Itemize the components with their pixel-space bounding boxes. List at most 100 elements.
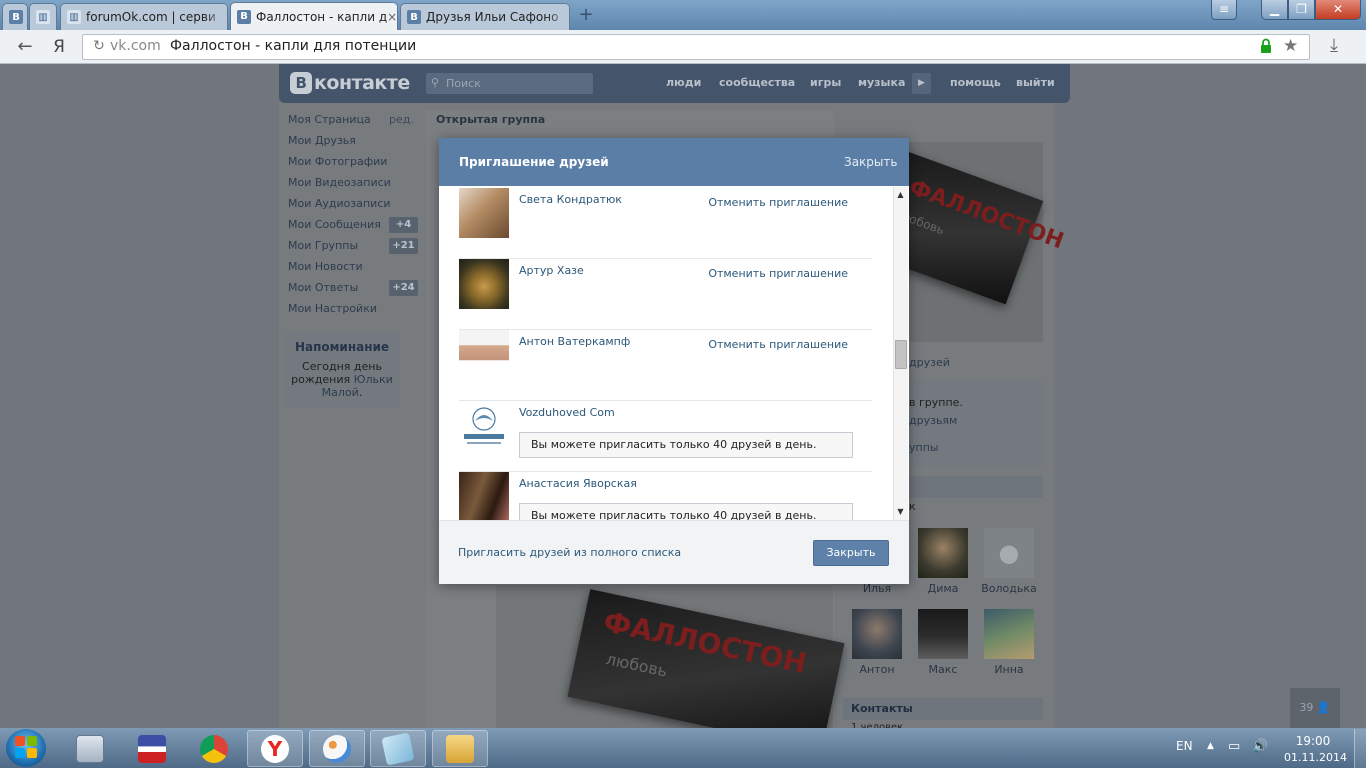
close-tab-icon[interactable]: ×	[387, 10, 397, 24]
bookmark-star-icon[interactable]: ★	[1283, 36, 1298, 56]
sidebar-item-videos[interactable]: Мои Видеозаписи	[288, 176, 391, 189]
floppy-app-icon[interactable]	[124, 730, 180, 767]
windows-logo-icon	[15, 736, 37, 758]
avatar[interactable]	[459, 401, 509, 451]
nav-games[interactable]: игры	[810, 76, 841, 89]
yandex-browser-app-icon[interactable]: Y	[247, 730, 303, 767]
show-desktop-button[interactable]	[1354, 729, 1366, 768]
avatar[interactable]	[459, 259, 509, 309]
vk-logo[interactable]: В контакте	[290, 71, 410, 95]
scroll-down-arrow-icon[interactable]: ▼	[893, 506, 908, 518]
group-avatar-photo[interactable]: ФАЛЛОСТОН любовь	[864, 142, 1067, 342]
download-icon[interactable]: ⤓	[1330, 35, 1338, 56]
play-icon[interactable]: ▶	[912, 73, 931, 94]
avatar[interactable]	[459, 330, 509, 380]
friend-name-link[interactable]: Света Кондратюк	[519, 193, 622, 206]
dialog-close-link[interactable]: Закрыть	[844, 155, 897, 169]
maximize-button[interactable]: ❐	[1288, 0, 1315, 20]
close-button[interactable]: Закрыть	[813, 540, 889, 566]
friend-name-link[interactable]: Vozduhoved Com	[519, 406, 615, 419]
explorer-app-icon[interactable]	[432, 730, 488, 767]
volume-icon[interactable]: 🔊	[1252, 739, 1268, 754]
answers-badge: +24	[389, 280, 418, 296]
scrollbar-thumb[interactable]	[895, 340, 907, 369]
vk-logo-text: контакте	[314, 72, 410, 94]
sidebar-item-audio[interactable]: Мои Аудиозаписи	[288, 197, 391, 210]
invite-friends-link[interactable]: друзей	[909, 356, 950, 369]
reload-icon[interactable]: ↻	[90, 37, 108, 55]
tab-fallostonactive[interactable]: В Фаллостон - капли д ×	[230, 2, 398, 30]
chrome-app-icon[interactable]	[186, 730, 242, 767]
sidebar-item-friends[interactable]: Мои Друзья	[288, 134, 356, 147]
member-maks[interactable]: Макс	[918, 609, 968, 676]
vk-favicon-icon: В	[407, 10, 421, 24]
members-count: к	[909, 500, 916, 513]
invite-from-full-list-link[interactable]: Пригласить друзей из полного списка	[458, 546, 681, 559]
book-favicon-icon: ▥	[67, 10, 81, 24]
vozduhoved-logo-icon	[464, 407, 504, 444]
leave-group-link[interactable]: уппы	[909, 441, 939, 454]
messages-badge: +4	[389, 217, 418, 233]
product-photo[interactable]: ФАЛЛОСТОН любовь	[496, 585, 845, 751]
reminder-text: Сегодня день рождения Юльки Малой.	[291, 360, 393, 399]
clock-date[interactable]: 01.11.2014	[1284, 751, 1347, 764]
sidebar-edit-link[interactable]: ред.	[389, 113, 414, 126]
member-inna[interactable]: Инна	[984, 609, 1034, 676]
friend-name-link[interactable]: Анастасия Яворская	[519, 477, 637, 490]
tab-pinned-book[interactable]: ▥	[29, 3, 57, 30]
cancel-invite-link[interactable]: Отменить приглашение	[708, 267, 848, 280]
member-anton[interactable]: Антон	[852, 609, 902, 676]
avatar	[852, 609, 902, 659]
user-icon: 👤	[1316, 701, 1331, 714]
online-counter[interactable]: 39 👤	[1290, 688, 1340, 728]
tab-label: Фаллостон - капли д	[256, 9, 388, 24]
tell-friends-link[interactable]: друзьям	[909, 414, 957, 427]
yandex-logo-icon[interactable]: Я	[48, 36, 70, 58]
avatar	[918, 528, 968, 578]
minimize-button[interactable]: ▁	[1261, 0, 1288, 20]
avatar[interactable]	[459, 188, 509, 238]
cancel-invite-link[interactable]: Отменить приглашение	[708, 338, 848, 351]
vk-search-input[interactable]: ⚲ Поиск	[426, 73, 593, 94]
invite-limit-notice: Вы можете пригласить только 40 друзей в …	[519, 432, 853, 458]
tab-label: Друзья Ильи Сафоно	[426, 10, 559, 24]
start-button[interactable]	[6, 729, 46, 767]
sidebar-item-messages[interactable]: Мои Сообщения	[288, 218, 381, 231]
paint-app-icon[interactable]	[309, 730, 365, 767]
cancel-invite-link[interactable]: Отменить приглашение	[708, 196, 848, 209]
member-name: Дима	[927, 582, 959, 595]
nav-logout[interactable]: выйти	[1016, 76, 1055, 89]
sidebar-item-settings[interactable]: Мои Настройки	[288, 302, 377, 315]
clock-time[interactable]: 19:00	[1290, 734, 1336, 748]
network-icon[interactable]: ▭	[1228, 739, 1240, 754]
back-arrow-icon[interactable]: ←	[14, 36, 36, 58]
sidebar-item-news[interactable]: Мои Новости	[288, 260, 363, 273]
sidebar-item-photos[interactable]: Мои Фотографии	[288, 155, 387, 168]
avatar	[984, 609, 1034, 659]
nav-people[interactable]: люди	[666, 76, 701, 89]
window-close-button[interactable]: ✕	[1315, 0, 1361, 20]
nav-music[interactable]: музыка	[858, 76, 905, 89]
list-item: Анастасия Яворская Вы можете пригласить …	[459, 472, 872, 520]
sidebar-item-groups[interactable]: Мои Группы	[288, 239, 358, 252]
tab-forumok[interactable]: ▥ forumOk.com | серви	[60, 3, 228, 30]
friend-name-link[interactable]: Антон Ватеркампф	[519, 335, 630, 348]
notepad-app-icon[interactable]	[370, 730, 426, 767]
calculator-app-icon[interactable]	[62, 730, 118, 767]
member-volodka[interactable]: ● Володька	[981, 528, 1037, 595]
sidebar-item-my-page[interactable]: Моя Страница	[288, 113, 371, 126]
new-tab-button[interactable]: +	[575, 5, 597, 25]
sidebar-item-answers[interactable]: Мои Ответы	[288, 281, 358, 294]
language-indicator[interactable]: EN	[1176, 739, 1193, 753]
friend-name-link[interactable]: Артур Хазе	[519, 264, 584, 277]
member-dima[interactable]: Дима	[918, 528, 968, 595]
nav-communities[interactable]: сообщества	[719, 76, 795, 89]
tab-friends[interactable]: В Друзья Ильи Сафоно	[400, 3, 570, 30]
tab-pinned-vk[interactable]: В	[2, 3, 28, 30]
reminder-title: Напоминание	[294, 340, 390, 354]
tray-expand-icon[interactable]: ▲	[1207, 741, 1214, 751]
scroll-up-arrow-icon[interactable]: ▲	[893, 189, 908, 201]
browser-menu-icon[interactable]: ≡	[1211, 0, 1237, 20]
nav-help[interactable]: помощь	[950, 76, 1001, 89]
avatar[interactable]	[459, 472, 509, 520]
